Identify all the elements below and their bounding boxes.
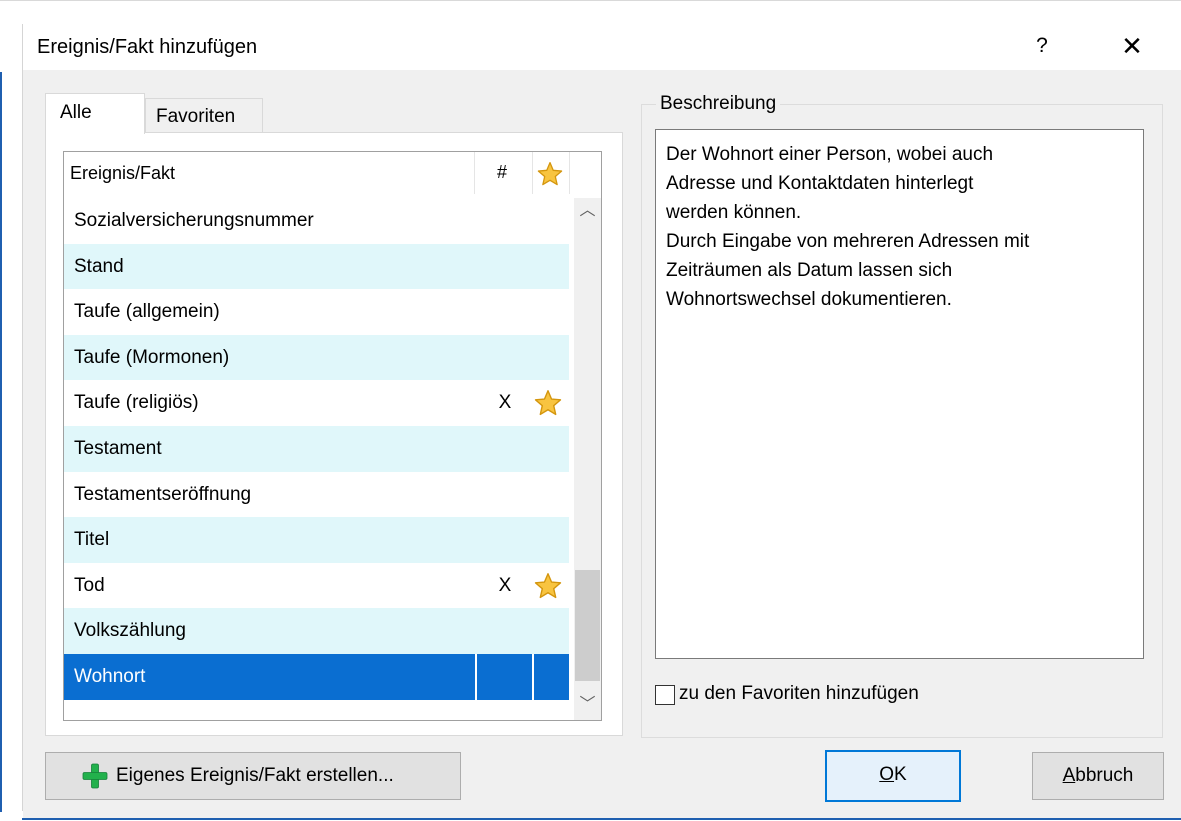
list-item-name: Taufe (religiös)	[74, 392, 199, 414]
list-item[interactable]: Sozialversicherungsnummer	[64, 198, 569, 244]
column-divider	[569, 152, 570, 194]
tab-favoriten-label: Favoriten	[156, 106, 236, 127]
list-header: Ereignis/Fakt #	[64, 152, 574, 194]
list-item-name: Stand	[74, 255, 124, 277]
star-icon[interactable]	[537, 161, 563, 187]
scroll-up-icon[interactable]: ︿	[574, 198, 601, 224]
list-item[interactable]: Taufe (Mormonen)	[64, 334, 569, 381]
tab-favoriten[interactable]: Favoriten	[145, 98, 263, 132]
tab-alle[interactable]: Alle	[45, 93, 145, 134]
column-header-count[interactable]: #	[497, 162, 507, 183]
dialog-body: Alle Favoriten Ereignis/Fakt # Sozialver…	[23, 70, 1181, 818]
close-button[interactable]: ✕	[1115, 30, 1149, 62]
list-item-name: Tod	[74, 574, 105, 596]
description-text: Der Wohnort einer Person, wobei auch Adr…	[666, 144, 1030, 310]
window-bottom-border	[22, 818, 1181, 820]
add-favorite-label[interactable]: zu den Favoriten hinzufügen	[679, 683, 919, 705]
description-legend: Beschreibung	[656, 93, 781, 115]
list-item-name: Taufe (Mormonen)	[74, 346, 230, 368]
column-divider	[474, 152, 475, 194]
list-item[interactable]: Taufe (allgemein)	[64, 289, 569, 335]
scrollbar-thumb[interactable]	[575, 570, 600, 681]
event-list[interactable]: Ereignis/Fakt # Sozialversicherungsnumme…	[63, 151, 602, 721]
star-icon[interactable]	[534, 572, 562, 600]
list-item-name: Sozialversicherungsnummer	[74, 210, 314, 231]
list-scrollbar[interactable]: ︿ ﹀	[574, 198, 601, 720]
cancel-button[interactable]: Abbruch	[1032, 752, 1164, 800]
list-item-count: X	[498, 574, 512, 596]
list-item[interactable]: Stand	[64, 243, 569, 290]
list-item[interactable]: Volkszählung	[64, 608, 569, 654]
list-item[interactable]: Testamentseröffnung	[64, 472, 569, 518]
plus-icon	[82, 763, 108, 789]
list-item-name: Wohnort	[74, 665, 146, 687]
column-divider	[475, 653, 477, 700]
list-item[interactable]: Testament	[64, 425, 569, 472]
ok-button[interactable]: OK	[825, 750, 961, 802]
ok-label: OK	[879, 764, 907, 785]
tab-alle-label: Alle	[60, 102, 92, 123]
list-item[interactable]: Tod X	[64, 563, 569, 609]
create-event-button[interactable]: Eigenes Ereignis/Fakt erstellen...	[45, 752, 461, 800]
tab-panel-alle: Ereignis/Fakt # Sozialversicherungsnumme…	[45, 132, 623, 736]
cancel-label: Abbruch	[1062, 765, 1134, 786]
star-icon[interactable]	[534, 389, 562, 417]
list-item-name: Taufe (allgemein)	[74, 301, 220, 323]
description-group: Beschreibung Der Wohnort einer Person, w…	[641, 93, 1163, 738]
column-divider	[532, 152, 533, 194]
window-top-border	[0, 0, 1181, 1]
window-left-accent	[0, 72, 2, 812]
add-favorite-checkbox[interactable]	[655, 685, 675, 705]
list-item[interactable]: Wohnort	[64, 653, 569, 700]
list-item-name: Testamentseröffnung	[74, 483, 252, 505]
list-item-count: X	[498, 392, 512, 414]
scroll-down-icon[interactable]: ﹀	[574, 692, 601, 718]
list-rows: Sozialversicherungsnummer Stand Taufe (all…	[64, 198, 569, 700]
list-item-name: Volkszählung	[74, 620, 186, 642]
dialog-title: Ereignis/Fakt hinzufügen	[37, 36, 258, 58]
list-item[interactable]: Titel	[64, 517, 569, 563]
column-divider	[532, 653, 534, 700]
title-bar: Ereignis/Fakt hinzufügen ? ✕	[23, 24, 1181, 70]
help-button[interactable]: ?	[1027, 34, 1057, 60]
list-item[interactable]: Taufe (religiös) X	[64, 380, 569, 426]
list-item-name: Titel	[74, 529, 110, 551]
description-box: Der Wohnort einer Person, wobei auch Adr…	[655, 129, 1144, 659]
list-item-name: Testament	[74, 437, 162, 459]
create-event-label: Eigenes Ereignis/Fakt erstellen...	[116, 765, 394, 786]
column-header-name[interactable]: Ereignis/Fakt	[70, 163, 175, 184]
